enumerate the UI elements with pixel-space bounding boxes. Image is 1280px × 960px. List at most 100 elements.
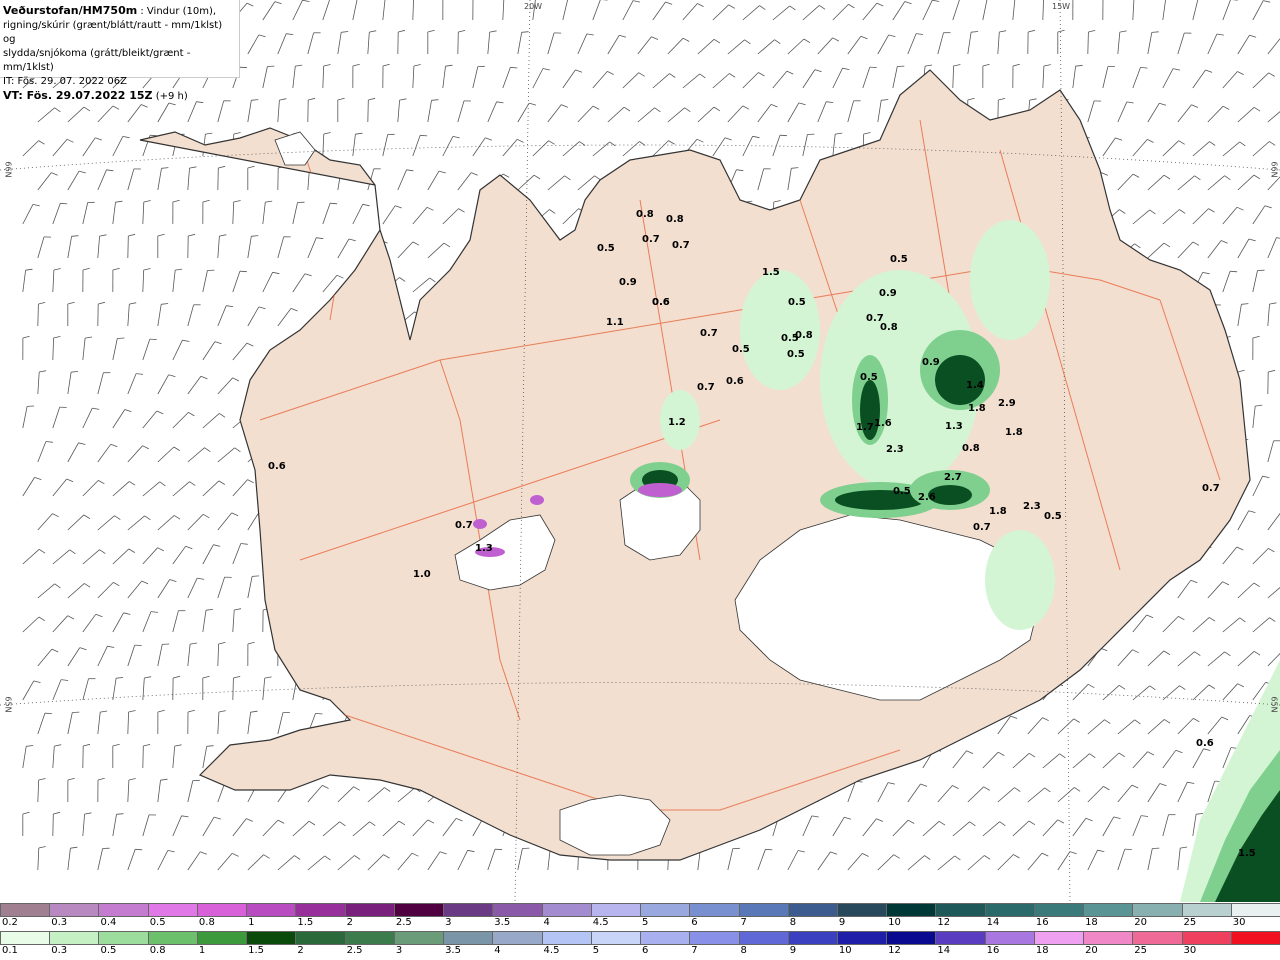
wind-barb-feather: [779, 134, 788, 137]
legend-label: 9: [838, 917, 846, 928]
precip-label: 2.7: [944, 472, 962, 483]
description-line-1: : Vindur (10m),: [140, 6, 217, 17]
precip-label: 1.8: [1005, 427, 1023, 438]
precip-label: 2.3: [1023, 501, 1041, 512]
lat-label-left-66: 66N: [3, 161, 13, 178]
legend-label: 25: [1134, 945, 1148, 956]
wind-barb-feather: [252, 575, 260, 577]
precip-label: 0.7: [455, 520, 473, 531]
precip-label: 0.8: [962, 443, 980, 454]
description-line-2: rigning/skúrir (grænt/blátt/rautt - mm/1…: [3, 20, 223, 45]
wind-barb-feather: [135, 848, 143, 851]
legend-swatch: [1181, 932, 1231, 944]
legend-label: 3: [445, 917, 452, 928]
legend-label: 25: [1183, 917, 1197, 928]
legend-label: 0.3: [51, 945, 68, 956]
legend-swatch: [689, 932, 739, 944]
legend-label: 18: [1035, 945, 1049, 956]
legend-swatch: [246, 932, 296, 944]
legend-label: 20: [1134, 917, 1148, 928]
wind-barb-feather: [869, 66, 877, 68]
precip-label: 0.6: [652, 297, 670, 308]
precip-label: 0.6: [726, 376, 744, 387]
precip-label: 0.6: [1196, 738, 1214, 749]
legend-label: 14: [937, 945, 951, 956]
legend-swatch: [590, 904, 641, 916]
weather-map: 0.8 0.8 0.5 0.7 0.9 1.1 0.7 0.5 0.6 0.7 0.6 1.2 1.5 0…: [0, 0, 1280, 902]
legend-label: 5: [592, 945, 600, 956]
precip-label: 1.0: [413, 569, 431, 580]
legend-label: 3.5: [494, 917, 511, 928]
legend-label: 0.8: [198, 917, 215, 928]
legend-swatch: [344, 904, 394, 916]
legend-swatch: [1181, 904, 1231, 916]
precip-label: 0.5: [597, 243, 615, 254]
legend-swatch: [393, 904, 444, 916]
lat-label-left-65: 65N: [3, 696, 13, 713]
legend-label: 2.5: [346, 945, 363, 956]
legend-swatch: [443, 904, 493, 916]
precip-label: 0.9: [619, 277, 637, 288]
legend-swatch: [787, 904, 837, 916]
precip-label: 0.5: [860, 372, 878, 383]
precip-label: 1.3: [945, 421, 963, 432]
lat-label-right-65: 65N: [1269, 696, 1279, 713]
legend-label: 16: [1035, 917, 1049, 928]
precip-label: 0.5: [1044, 511, 1062, 522]
map-title-box: Veðurstofan/HM750m : Vindur (10m), rigni…: [0, 0, 240, 102]
precip-label: 1.5: [1238, 848, 1256, 859]
legend-label: 3.5: [445, 945, 461, 956]
legend-swatch: [196, 932, 247, 944]
legend-swatch: [492, 932, 542, 944]
legend-label: 0.3: [51, 917, 68, 928]
legend-label: 30: [1183, 945, 1197, 956]
legend-label: 10: [838, 945, 852, 956]
legend-label: 0.1: [2, 945, 18, 956]
legend-swatch: [246, 904, 296, 916]
brand-title: Veðurstofan/HM750m: [3, 4, 138, 17]
wind-barb-feather: [1124, 848, 1132, 850]
precip-label: 1.4: [966, 380, 984, 391]
precip-label: 0.6: [268, 461, 286, 472]
lat-label-right-66: 66N: [1269, 161, 1279, 178]
legend-swatch: [393, 932, 444, 944]
legend-swatch: [98, 932, 148, 944]
legend-swatch: [1033, 904, 1084, 916]
precip-label: 0.7: [1202, 483, 1220, 494]
legend-swatch: [836, 932, 887, 944]
precip-label: 0.7: [697, 382, 715, 393]
precip-label: 0.8: [666, 214, 684, 225]
legend-swatch: [640, 932, 690, 944]
legend-label: 7: [691, 945, 698, 956]
legend-swatch: [590, 932, 641, 944]
legend-swatch: [541, 932, 591, 944]
legend-label: 1.5: [297, 917, 314, 928]
precip-label: 2.6: [918, 492, 936, 503]
legend-snow-bar: [0, 903, 1280, 917]
legend-swatch: [1132, 904, 1182, 916]
legend-swatch: [541, 904, 591, 916]
wind-barb-feather: [494, 848, 503, 851]
legend-label: 6: [642, 945, 649, 956]
legend-swatch: [935, 932, 985, 944]
legend-swatch: [98, 904, 148, 916]
precip-label: 0.7: [642, 234, 660, 245]
precip-label: 0.8: [880, 322, 898, 333]
precip-label: 1.6: [874, 418, 892, 429]
precip-label: 1.3: [475, 543, 493, 554]
valid-time: VT: Fös. 29.07.2022 15Z: [3, 89, 153, 102]
precip-label: 0.5: [890, 254, 908, 265]
legend-snow: 0.2 0.3 0.4 0.5 0.8 1 1.5 2 2.5 3 3.5 4 4.5 5 6 7 8 9 10 12…: [0, 903, 1280, 931]
precip-label: 0.8: [795, 330, 813, 341]
legend-swatch: [984, 932, 1034, 944]
legend-label: 0.5: [149, 917, 166, 928]
legend-swatch: [492, 904, 542, 916]
legend-label: 4: [543, 917, 550, 928]
precip-label: 1.2: [668, 417, 686, 428]
legend-swatch: [836, 904, 887, 916]
legend-label: 4.5: [543, 945, 560, 956]
legend-rain-labels: 0.1 0.3 0.5 0.8 1 1.5 2 2.5 3 3.5 4 4.5 5 6 7 8 9 10 12 14 1…: [0, 945, 1280, 959]
legend-swatch: [1083, 904, 1133, 916]
wind-barb-feather: [117, 337, 125, 339]
init-time: IT: Fös. 29. 07. 2022 06Z: [3, 76, 127, 87]
